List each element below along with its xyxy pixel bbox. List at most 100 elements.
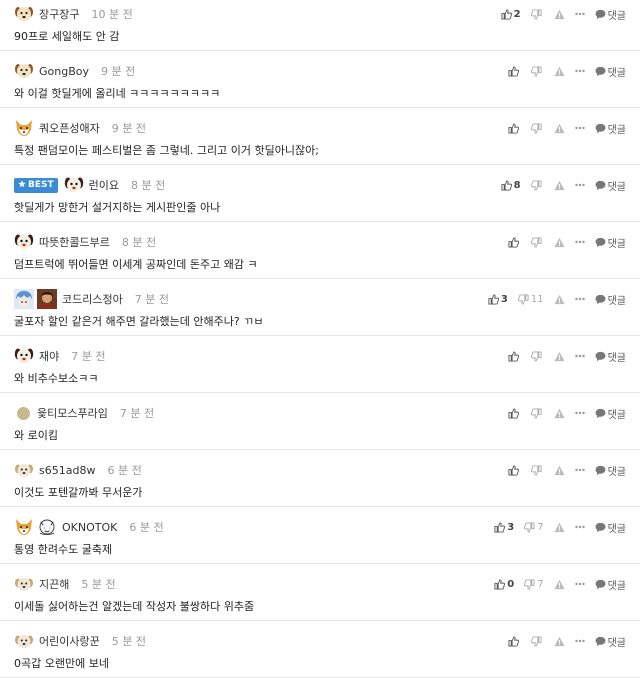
dislike-button[interactable]: [530, 635, 544, 647]
avatar-dog-light-icon[interactable]: [14, 574, 34, 594]
like-count: 0: [507, 578, 515, 590]
more-icon: [574, 240, 585, 244]
dislike-button[interactable]: 11: [517, 294, 544, 305]
comment-author[interactable]: 런이요: [89, 177, 119, 193]
like-button[interactable]: 3: [494, 522, 514, 533]
reply-button[interactable]: 댓글: [595, 235, 626, 250]
more-button[interactable]: [574, 411, 585, 415]
avatar-dog-icon[interactable]: [14, 61, 34, 81]
dislike-button[interactable]: [530, 65, 544, 77]
comment-author[interactable]: OKNOTOK: [62, 521, 117, 534]
dislike-button[interactable]: [530, 350, 544, 362]
comment-text: 0곡갑 오랜만에 보네: [14, 657, 109, 670]
avatar-dot-icon[interactable]: [17, 406, 30, 420]
avatar-dog-light-icon[interactable]: [14, 631, 34, 651]
comment-author[interactable]: 윷티모스푸라임: [37, 405, 108, 421]
dislike-button[interactable]: 7: [524, 579, 544, 590]
more-button[interactable]: [574, 639, 585, 643]
dislike-button[interactable]: [530, 407, 544, 419]
report-button[interactable]: [554, 636, 565, 647]
avatar-dog-icon[interactable]: [14, 4, 34, 24]
more-button[interactable]: [574, 183, 585, 187]
avatar-fox-icon[interactable]: [14, 517, 34, 537]
avatar-anime-icon[interactable]: [14, 289, 34, 309]
like-button[interactable]: [508, 350, 521, 362]
report-button[interactable]: [554, 180, 565, 191]
report-button[interactable]: [554, 294, 565, 305]
reply-button[interactable]: 댓글: [595, 520, 626, 535]
like-button[interactable]: [508, 236, 521, 248]
reply-button[interactable]: 댓글: [595, 7, 626, 22]
more-button[interactable]: [574, 12, 585, 16]
warning-icon: [554, 408, 565, 419]
more-button[interactable]: [574, 126, 585, 130]
avatar-dog-dark-icon[interactable]: [14, 232, 34, 252]
warning-icon: [554, 465, 565, 476]
more-button[interactable]: [574, 468, 585, 472]
comment-author[interactable]: 재야: [39, 348, 59, 364]
like-button[interactable]: [508, 65, 521, 77]
thumbs-down-icon: [530, 179, 542, 191]
more-button[interactable]: [574, 297, 585, 301]
reply-button[interactable]: 댓글: [595, 406, 626, 421]
like-button[interactable]: 3: [488, 294, 508, 305]
more-button[interactable]: [574, 69, 585, 73]
like-button[interactable]: [508, 635, 521, 647]
like-button[interactable]: [508, 464, 521, 476]
reply-bubble-icon: [595, 351, 606, 362]
dislike-button[interactable]: 7: [524, 522, 544, 533]
thumbs-up-icon: [494, 578, 506, 590]
report-button[interactable]: [554, 237, 565, 248]
thumbs-up-icon: [508, 350, 519, 362]
reply-button[interactable]: 댓글: [595, 349, 626, 364]
warning-icon: [554, 180, 565, 191]
like-button[interactable]: [508, 407, 521, 419]
like-button[interactable]: [508, 122, 521, 134]
reply-label: 댓글: [607, 637, 626, 649]
dislike-button[interactable]: [530, 122, 544, 134]
reply-button[interactable]: 댓글: [595, 64, 626, 79]
comment-author[interactable]: 지끈해: [39, 576, 69, 592]
dislike-button[interactable]: [530, 8, 544, 20]
report-button[interactable]: [554, 351, 565, 362]
comment-author[interactable]: 장구장구: [39, 6, 79, 22]
report-button[interactable]: [554, 579, 565, 590]
warning-icon: [554, 237, 565, 248]
dislike-button[interactable]: [530, 464, 544, 476]
avatar-dog-light-icon[interactable]: [14, 460, 34, 480]
dislike-button[interactable]: [530, 179, 544, 191]
more-button[interactable]: [574, 582, 585, 586]
best-badge-label: BEST: [28, 180, 54, 190]
comment-author[interactable]: 코드리스정아: [62, 291, 123, 307]
reply-button[interactable]: 댓글: [595, 292, 626, 307]
reply-button[interactable]: 댓글: [595, 121, 626, 136]
avatar-portrait-icon[interactable]: [37, 289, 57, 309]
like-button[interactable]: 0: [494, 579, 514, 590]
reply-button[interactable]: 댓글: [595, 634, 626, 649]
like-button[interactable]: 8: [501, 180, 521, 191]
reply-button[interactable]: 댓글: [595, 463, 626, 478]
report-button[interactable]: [554, 66, 565, 77]
report-button[interactable]: [554, 408, 565, 419]
more-button[interactable]: [574, 240, 585, 244]
avatar-fox-icon[interactable]: [14, 118, 34, 138]
comment-author[interactable]: 쿼오픈성애자: [39, 120, 100, 136]
avatar-dog-dark-icon[interactable]: [64, 175, 84, 195]
reply-button[interactable]: 댓글: [595, 577, 626, 592]
comment-author[interactable]: GongBoy: [39, 65, 89, 78]
like-button[interactable]: 2: [501, 9, 521, 20]
avatar-sketch-icon[interactable]: [37, 517, 57, 537]
more-icon: [574, 354, 585, 358]
comment-author[interactable]: 따뜻한콜드부르: [39, 234, 110, 250]
report-button[interactable]: [554, 465, 565, 476]
comment-author[interactable]: s651ad8w: [39, 464, 95, 477]
report-button[interactable]: [554, 123, 565, 134]
more-button[interactable]: [574, 354, 585, 358]
more-button[interactable]: [574, 525, 585, 529]
dislike-button[interactable]: [530, 236, 544, 248]
report-button[interactable]: [554, 9, 565, 20]
comment-author[interactable]: 어린이사랑꾼: [39, 633, 100, 649]
avatar-dog-dark-icon[interactable]: [14, 346, 34, 366]
report-button[interactable]: [554, 522, 565, 533]
reply-button[interactable]: 댓글: [595, 178, 626, 193]
